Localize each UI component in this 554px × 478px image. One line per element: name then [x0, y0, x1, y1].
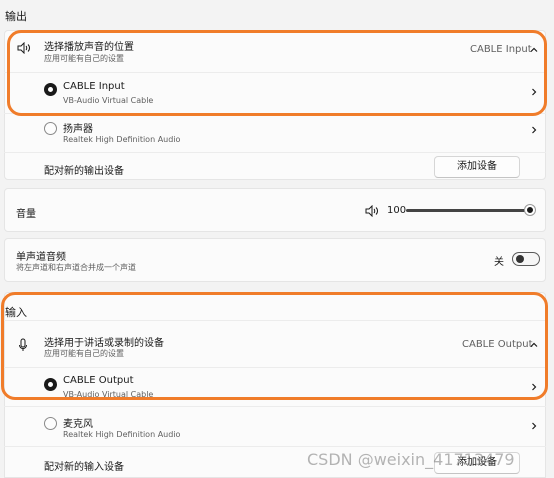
- mono-state-label: 关: [494, 257, 504, 268]
- chevron-right-icon[interactable]: [528, 86, 540, 98]
- radio-unselected[interactable]: [44, 417, 57, 430]
- chevron-right-icon[interactable]: [528, 420, 540, 432]
- mono-card: [4, 238, 546, 282]
- mono-title: 单声道音频: [16, 252, 66, 263]
- output-choose-title: 选择播放声音的位置: [44, 42, 134, 53]
- divider: [4, 320, 546, 321]
- slider-track[interactable]: [406, 209, 532, 212]
- slider-thumb[interactable]: [525, 205, 535, 215]
- volume-label: 音量: [16, 209, 36, 220]
- pair-input-label: 配对新的输入设备: [44, 462, 124, 473]
- chevron-up-icon[interactable]: [528, 339, 540, 351]
- input-choose-title: 选择用于讲话或录制的设备: [44, 338, 164, 349]
- add-output-device-button[interactable]: 添加设备: [434, 156, 520, 178]
- pair-output-label: 配对新的输出设备: [44, 166, 124, 177]
- microphone-icon: [19, 338, 27, 351]
- divider: [4, 113, 546, 114]
- input-selected-device: CABLE Output: [462, 339, 533, 350]
- chevron-right-icon[interactable]: [528, 124, 540, 136]
- device-description: VB-Audio Virtual Cable: [63, 390, 154, 399]
- input-section-title: 输入: [5, 306, 27, 319]
- radio-selected[interactable]: [44, 378, 57, 391]
- radio-unselected[interactable]: [44, 122, 57, 135]
- volume-value: 100: [387, 205, 407, 216]
- divider: [4, 406, 546, 407]
- speaker-icon[interactable]: [365, 205, 379, 217]
- divider: [4, 446, 546, 447]
- output-choose-subtitle: 应用可能有自己的设置: [44, 54, 124, 63]
- divider: [4, 152, 546, 153]
- mono-toggle[interactable]: [512, 252, 540, 266]
- output-selected-device: CABLE Input: [470, 44, 532, 55]
- device-name: 扬声器: [63, 124, 93, 135]
- watermark-text: CSDN @weixin_41713479: [307, 450, 515, 469]
- radio-selected[interactable]: [44, 83, 57, 96]
- device-name: CABLE Input: [63, 81, 125, 92]
- device-description: VB-Audio Virtual Cable: [63, 96, 154, 105]
- device-description: Realtek High Definition Audio: [63, 430, 181, 439]
- speaker-icon: [17, 42, 30, 54]
- output-section-title: 输出: [5, 10, 27, 23]
- chevron-right-icon[interactable]: [528, 381, 540, 393]
- mono-subtitle: 将左声道和右声道合并成一个声道: [16, 263, 136, 272]
- input-choose-subtitle: 应用可能有自己的设置: [44, 349, 124, 358]
- device-description: Realtek High Definition Audio: [63, 135, 181, 144]
- chevron-up-icon[interactable]: [528, 44, 540, 56]
- device-name: 麦克风: [63, 419, 93, 430]
- toggle-knob: [516, 255, 524, 263]
- device-name: CABLE Output: [63, 375, 134, 386]
- divider: [4, 72, 546, 73]
- divider: [4, 367, 546, 368]
